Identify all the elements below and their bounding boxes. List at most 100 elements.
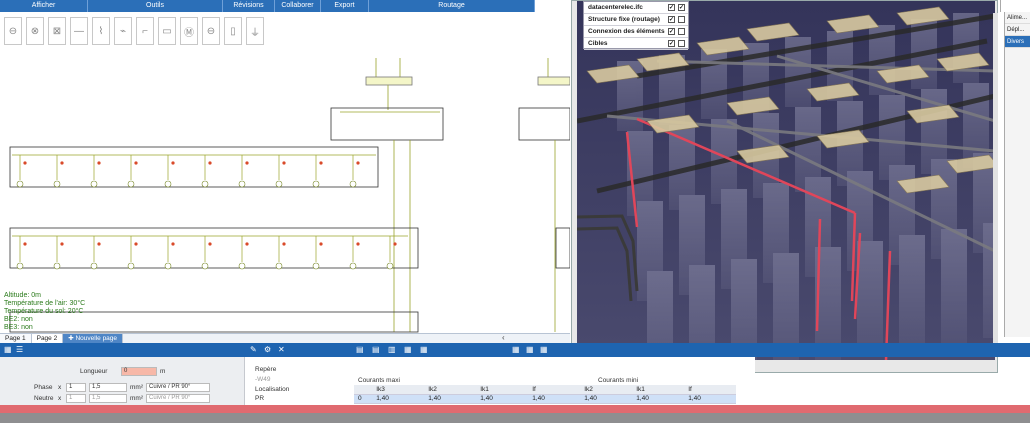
ribbon-group-export[interactable]: Export xyxy=(321,0,369,12)
breaker-symbol-icon[interactable]: ⌁ xyxy=(114,17,132,45)
load-symbol-icon[interactable]: ⊖ xyxy=(202,17,220,45)
layer-name: datacenterelec.ifc xyxy=(588,4,643,11)
load-symbol-icon[interactable] xyxy=(312,180,320,188)
schematic-canvas[interactable]: Altitude: 0m Température de l'air: 30°C Te… xyxy=(0,50,570,333)
cell-symbol-icon[interactable]: ⊠ xyxy=(48,17,66,45)
ribbon-group-rvisions[interactable]: Révisions xyxy=(223,0,275,12)
load-symbol-icon[interactable] xyxy=(238,262,246,270)
breaker-status-icon xyxy=(282,242,286,246)
load-symbol-icon[interactable] xyxy=(349,180,357,188)
transformer-symbol-icon[interactable]: ⊖ xyxy=(4,17,22,45)
ribbon-group-outils[interactable]: Outils xyxy=(88,0,223,12)
neutre-material-select[interactable]: Cuivre / PR 90° xyxy=(146,394,210,403)
right-panel-item[interactable]: Divers xyxy=(1005,36,1030,48)
ribbon-group-collaborer[interactable]: Collaborer xyxy=(275,0,321,12)
3d-model-view[interactable]: datacenterelec.ifc ✓ ✓ Structure fixe (rout… xyxy=(577,1,995,360)
switch-symbol-icon[interactable]: ⌇ xyxy=(92,17,110,45)
layer-row[interactable]: Cibles ✓ xyxy=(584,38,688,50)
load-symbol-icon[interactable] xyxy=(164,262,172,270)
currents-maxi-label: Courants maxi xyxy=(358,377,400,384)
footer-bar xyxy=(0,413,1030,423)
breaker-status-icon xyxy=(171,242,175,246)
app-window: Afficher Outils Révisions Collaborer Export R… xyxy=(0,0,1030,423)
fuse-symbol-icon[interactable]: ▭ xyxy=(158,17,176,45)
load-symbol-icon[interactable] xyxy=(90,262,98,270)
ribbon-group-afficher[interactable]: Afficher xyxy=(0,0,88,12)
calc-3-icon[interactable]: ▦ xyxy=(540,345,548,355)
currents-table: Ik3 Ik2 Ik1 If Ik2 Ik1 If 0 1,40 1,40 1,40 1,40 1,4… xyxy=(354,385,737,404)
currents-header-cell: If xyxy=(684,385,737,395)
load-symbol-icon[interactable] xyxy=(349,262,357,270)
load-symbol-icon[interactable] xyxy=(275,180,283,188)
new-page-tab[interactable]: ✚ Nouvelle page xyxy=(63,334,124,343)
earth-symbol-icon[interactable]: ⏚ xyxy=(246,17,264,45)
load-symbol-icon[interactable] xyxy=(312,262,320,270)
viewer-scrollbar[interactable] xyxy=(993,13,998,343)
calc-icon[interactable]: ▦ xyxy=(512,345,520,355)
phase-section-select[interactable]: 1,5 xyxy=(89,383,127,392)
phase-material-select[interactable]: Cuivre / PR 90° xyxy=(146,383,210,392)
layer-visible-checkbox[interactable]: ✓ xyxy=(668,16,675,23)
neutre-section-select[interactable]: 1,5 xyxy=(89,394,127,403)
contactor-symbol-icon[interactable]: ⌐ xyxy=(136,17,154,45)
currents-cell: 1,40 xyxy=(580,394,633,404)
table-layout-5-icon[interactable]: ▦ xyxy=(420,345,428,355)
page-tab-bar: Page 1 Page 2 ✚ Nouvelle page xyxy=(0,333,570,343)
list-view-icon[interactable]: ☰ xyxy=(16,345,23,355)
load-symbol-icon[interactable] xyxy=(275,262,283,270)
close-icon[interactable]: ✕ xyxy=(278,345,285,355)
layer-visible-checkbox[interactable]: ✓ xyxy=(668,4,675,11)
line-symbol-icon[interactable]: — xyxy=(70,17,88,45)
table-layout-4-icon[interactable]: ▦ xyxy=(404,345,412,355)
neutre-x: x xyxy=(58,395,62,402)
layer-select-checkbox[interactable] xyxy=(678,28,685,35)
load-symbol-icon[interactable] xyxy=(127,262,135,270)
load-symbol-icon[interactable] xyxy=(201,262,209,270)
layer-visible-checkbox[interactable]: ✓ xyxy=(668,28,675,35)
table-layout-icon[interactable]: ▤ xyxy=(356,345,364,355)
edit-icon[interactable]: ✎ xyxy=(250,345,257,355)
currents-cell: 1,40 xyxy=(476,394,529,404)
layer-row[interactable]: datacenterelec.ifc ✓ ✓ xyxy=(584,2,688,14)
load-symbol-icon[interactable] xyxy=(53,262,61,270)
layer-row[interactable]: Structure fixe (routage) ✓ xyxy=(584,14,688,26)
load-symbol-icon[interactable] xyxy=(16,180,24,188)
longueur-input[interactable]: 0 xyxy=(121,367,157,376)
cabinet-symbol-icon[interactable]: ▯ xyxy=(224,17,242,45)
table-row[interactable]: 0 1,40 1,40 1,40 1,40 1,40 1,40 1,40 xyxy=(354,394,737,404)
settings-icon[interactable]: ⚙ xyxy=(264,345,271,355)
localization-value[interactable]: PR xyxy=(255,395,264,402)
ribbon-group-routage[interactable]: Routage xyxy=(369,0,535,12)
currents-cell: 1,40 xyxy=(528,394,581,404)
layer-row[interactable]: Connexion des éléments ✓ xyxy=(584,26,688,38)
calc-2-icon[interactable]: ▦ xyxy=(526,345,534,355)
table-layout-2-icon[interactable]: ▤ xyxy=(372,345,380,355)
page-tab-1[interactable]: Page 1 xyxy=(0,334,32,343)
generator-symbol-icon[interactable]: ⊗ xyxy=(26,17,44,45)
right-panel-item[interactable]: Dépl... xyxy=(1005,24,1030,36)
load-symbol-icon[interactable] xyxy=(16,262,24,270)
grid-view-icon[interactable]: ▦ xyxy=(4,345,12,355)
layer-select-checkbox[interactable] xyxy=(678,16,685,23)
load-symbol-icon[interactable] xyxy=(127,180,135,188)
breaker-status-icon xyxy=(97,161,101,165)
layer-visible-checkbox[interactable]: ✓ xyxy=(668,40,675,47)
load-symbol-icon[interactable] xyxy=(201,180,209,188)
load-symbol-icon[interactable] xyxy=(53,180,61,188)
page-tab-2[interactable]: Page 2 xyxy=(31,334,64,343)
table-layout-3-icon[interactable]: ▥ xyxy=(388,345,396,355)
load-symbol-icon[interactable] xyxy=(238,180,246,188)
load-symbol-icon[interactable] xyxy=(90,180,98,188)
load-symbol-icon[interactable] xyxy=(386,262,394,270)
breaker-status-icon xyxy=(208,242,212,246)
bottom-toolbar: ▦ ☰ ✎ ⚙ ✕ ▤ ▤ ▥ ▦ ▦ ▦ ▦ ▦ xyxy=(0,343,1030,357)
layer-select-checkbox[interactable]: ✓ xyxy=(678,4,685,11)
scroll-left-icon[interactable]: ‹ xyxy=(502,333,505,342)
neutre-count-stepper[interactable]: 1 xyxy=(66,394,86,403)
layer-select-checkbox[interactable] xyxy=(678,40,685,47)
motor-symbol-icon[interactable]: Ⓜ xyxy=(180,17,198,45)
repere-value[interactable]: -W49 xyxy=(255,376,271,383)
right-panel-item[interactable]: Alime... xyxy=(1005,12,1030,24)
load-symbol-icon[interactable] xyxy=(164,180,172,188)
phase-count-stepper[interactable]: 1 xyxy=(66,383,86,392)
